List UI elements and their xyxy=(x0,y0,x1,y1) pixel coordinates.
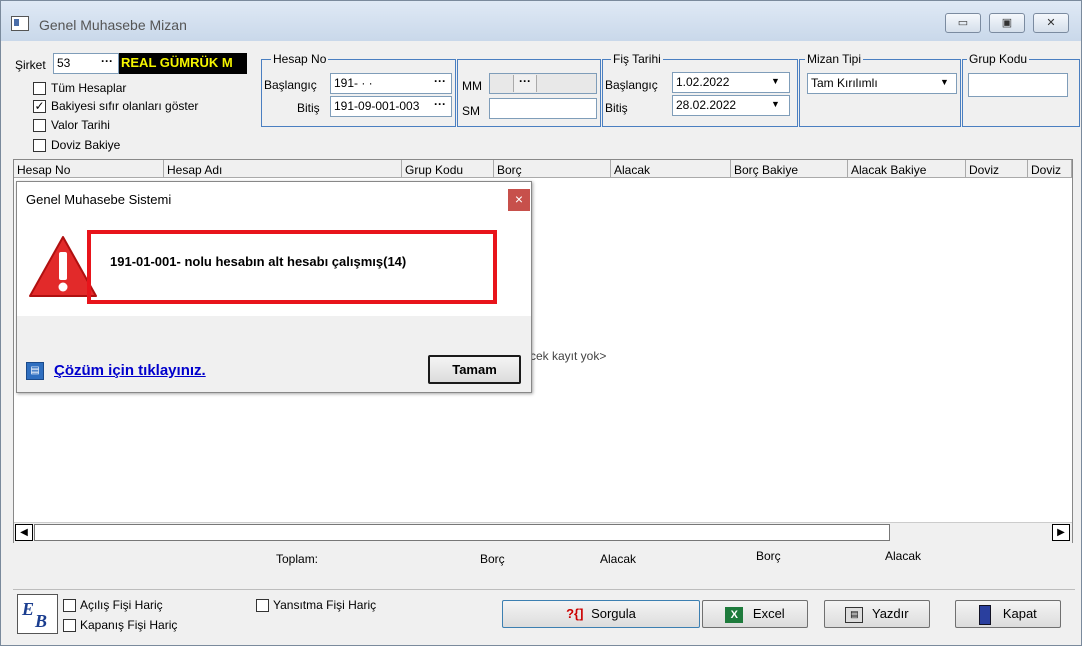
hesap-bitis-value: 191-09-001-003 xyxy=(334,99,420,113)
mizan-tipi-group-title: Mizan Tipi xyxy=(805,52,864,66)
totals-borc: Borç xyxy=(480,552,505,566)
checkbox-box[interactable] xyxy=(33,139,46,152)
svg-text:B: B xyxy=(34,611,47,631)
sirket-lookup-button[interactable]: ··· xyxy=(97,55,117,72)
checkbox-label: Doviz Bakiye xyxy=(51,138,121,152)
checkbox-box-checked[interactable]: ✓ xyxy=(33,100,46,113)
excel-icon: X xyxy=(725,606,744,623)
checkbox-box[interactable] xyxy=(33,119,46,132)
checkbox-label: Bakiyesi sıfır olanları göster xyxy=(51,99,199,113)
help-book-icon[interactable]: ▤ xyxy=(26,362,44,380)
query-icon: ?{] xyxy=(566,606,584,621)
checkbox-box[interactable] xyxy=(33,82,46,95)
fis-bitis-value: 28.02.2022 xyxy=(676,98,737,112)
grup-kodu-group-title: Grup Kodu xyxy=(967,52,1030,66)
printer-icon: ▤ xyxy=(845,606,864,623)
scroll-left-arrow-icon[interactable]: ◀ xyxy=(15,524,33,541)
scroll-thumb[interactable] xyxy=(34,524,890,541)
kapat-button[interactable]: Kapat xyxy=(955,600,1061,628)
checkbox-label: Valor Tarihi xyxy=(51,118,110,132)
exit-door-icon xyxy=(979,604,992,625)
dialog-ok-label: Tamam xyxy=(452,362,497,377)
eb-logo: E B xyxy=(17,594,58,634)
hesap-no-group-title: Hesap No xyxy=(271,52,329,66)
title-bar[interactable]: Genel Muhasebe Mizan ▭ ▣ ✕ xyxy=(1,1,1081,41)
col-header-borc[interactable]: Borç xyxy=(494,160,611,178)
checkbox-box[interactable] xyxy=(63,599,76,612)
col-header-doviz[interactable]: Doviz xyxy=(966,160,1028,178)
dialog-title-bar[interactable]: Genel Muhasebe Sistemi × xyxy=(17,182,531,218)
main-window: Genel Muhasebe Mizan ▭ ▣ ✕ Şirket 53 ···… xyxy=(0,0,1082,646)
checkbox-label: Kapanış Fişi Hariç xyxy=(80,618,178,632)
yazdir-button[interactable]: ▤ Yazdır xyxy=(824,600,930,628)
col-header-doviz-2[interactable]: Doviz xyxy=(1028,160,1072,178)
maximize-button[interactable]: ▣ xyxy=(989,13,1025,33)
svg-text:E: E xyxy=(21,599,34,619)
totals-alacak: Alacak xyxy=(600,552,637,566)
hesap-bitis-label: Bitiş xyxy=(297,101,320,115)
totals-alacak-bakiye: Alacak xyxy=(885,549,922,563)
mm-input[interactable] xyxy=(489,73,597,94)
checkbox-box[interactable] xyxy=(256,599,269,612)
grid-horizontal-scrollbar[interactable]: ◀ ▶ xyxy=(14,522,1072,543)
company-name: REAL GÜMRÜK M xyxy=(119,53,247,74)
fis-bitis-dropdown-icon[interactable]: ▼ xyxy=(771,99,780,109)
checkbox-label: Tüm Hesaplar xyxy=(51,81,127,95)
excel-label: Excel xyxy=(752,606,785,621)
sm-input[interactable] xyxy=(489,98,597,119)
error-dialog: Genel Muhasebe Sistemi × 191-01-001- nol… xyxy=(16,181,532,393)
sm-label: SM xyxy=(462,104,480,118)
bottom-divider xyxy=(13,589,1075,590)
grup-kodu-input[interactable] xyxy=(968,73,1068,97)
fis-bitis-label: Bitiş xyxy=(605,101,628,115)
mizan-tipi-select[interactable]: Tam Kırılımlı xyxy=(807,73,957,94)
hesap-baslangic-label: Başlangıç xyxy=(264,78,317,92)
col-header-alacak-bakiye[interactable]: Alacak Bakiye xyxy=(848,160,966,178)
dialog-message: 191-01-001- nolu hesabın alt hesabı çalı… xyxy=(110,254,407,269)
kapat-label: Kapat xyxy=(1002,606,1037,621)
col-header-borc-bakiye[interactable]: Borç Bakiye xyxy=(731,160,848,178)
fis-baslangic-dropdown-icon[interactable]: ▼ xyxy=(771,76,780,86)
sirket-label: Şirket xyxy=(15,58,46,72)
checkbox-label: Açılış Fişi Hariç xyxy=(80,598,163,612)
fis-tarihi-group-title: Fiş Tarihi xyxy=(611,52,663,66)
hesap-baslangic-lookup-button[interactable]: ··· xyxy=(430,75,450,92)
hesap-baslangic-value: 191- · · xyxy=(334,76,373,90)
col-header-alacak[interactable]: Alacak xyxy=(611,160,731,178)
grid-empty-text: cek kayıt yok> xyxy=(530,349,607,363)
col-header-grup-kodu[interactable]: Grup Kodu xyxy=(402,160,494,178)
fis-tarihi-group xyxy=(602,59,798,127)
yazdir-label: Yazdır xyxy=(872,606,909,621)
mm-lookup-button[interactable]: ··· xyxy=(513,75,537,92)
window-title: Genel Muhasebe Mizan xyxy=(39,17,187,33)
fis-baslangic-label: Başlangıç xyxy=(605,78,658,92)
sorgula-button[interactable]: ?{] Sorgula xyxy=(502,600,700,628)
totals-label: Toplam: xyxy=(276,552,319,566)
dialog-close-button[interactable]: × xyxy=(508,189,530,211)
dialog-ok-button[interactable]: Tamam xyxy=(428,355,521,384)
minimize-button[interactable]: ▭ xyxy=(945,13,981,33)
mm-label: MM xyxy=(462,79,482,93)
sorgula-label: Sorgula xyxy=(591,606,636,621)
dialog-title: Genel Muhasebe Sistemi xyxy=(26,192,172,207)
hesap-bitis-lookup-button[interactable]: ··· xyxy=(430,98,450,115)
col-header-hesap-no[interactable]: Hesap No xyxy=(14,160,164,178)
excel-button[interactable]: X Excel xyxy=(702,600,808,628)
mizan-tipi-value: Tam Kırılımlı xyxy=(811,76,878,90)
solution-help-link[interactable]: Çözüm için tıklayınız. xyxy=(54,362,206,379)
close-window-button[interactable]: ✕ xyxy=(1033,13,1069,33)
col-header-hesap-adi[interactable]: Hesap Adı xyxy=(164,160,402,178)
fis-baslangic-value: 1.02.2022 xyxy=(676,75,730,89)
totals-borc-bakiye: Borç xyxy=(756,549,781,563)
sirket-value: 53 xyxy=(57,56,71,70)
app-window-icon xyxy=(11,16,29,31)
checkbox-label: Yansıtma Fişi Hariç xyxy=(273,598,377,612)
checkbox-box[interactable] xyxy=(63,619,76,632)
mizan-tipi-dropdown-icon[interactable]: ▼ xyxy=(940,77,949,87)
dialog-body: 191-01-001- nolu hesabın alt hesabı çalı… xyxy=(17,218,531,316)
scroll-right-arrow-icon[interactable]: ▶ xyxy=(1052,524,1070,541)
